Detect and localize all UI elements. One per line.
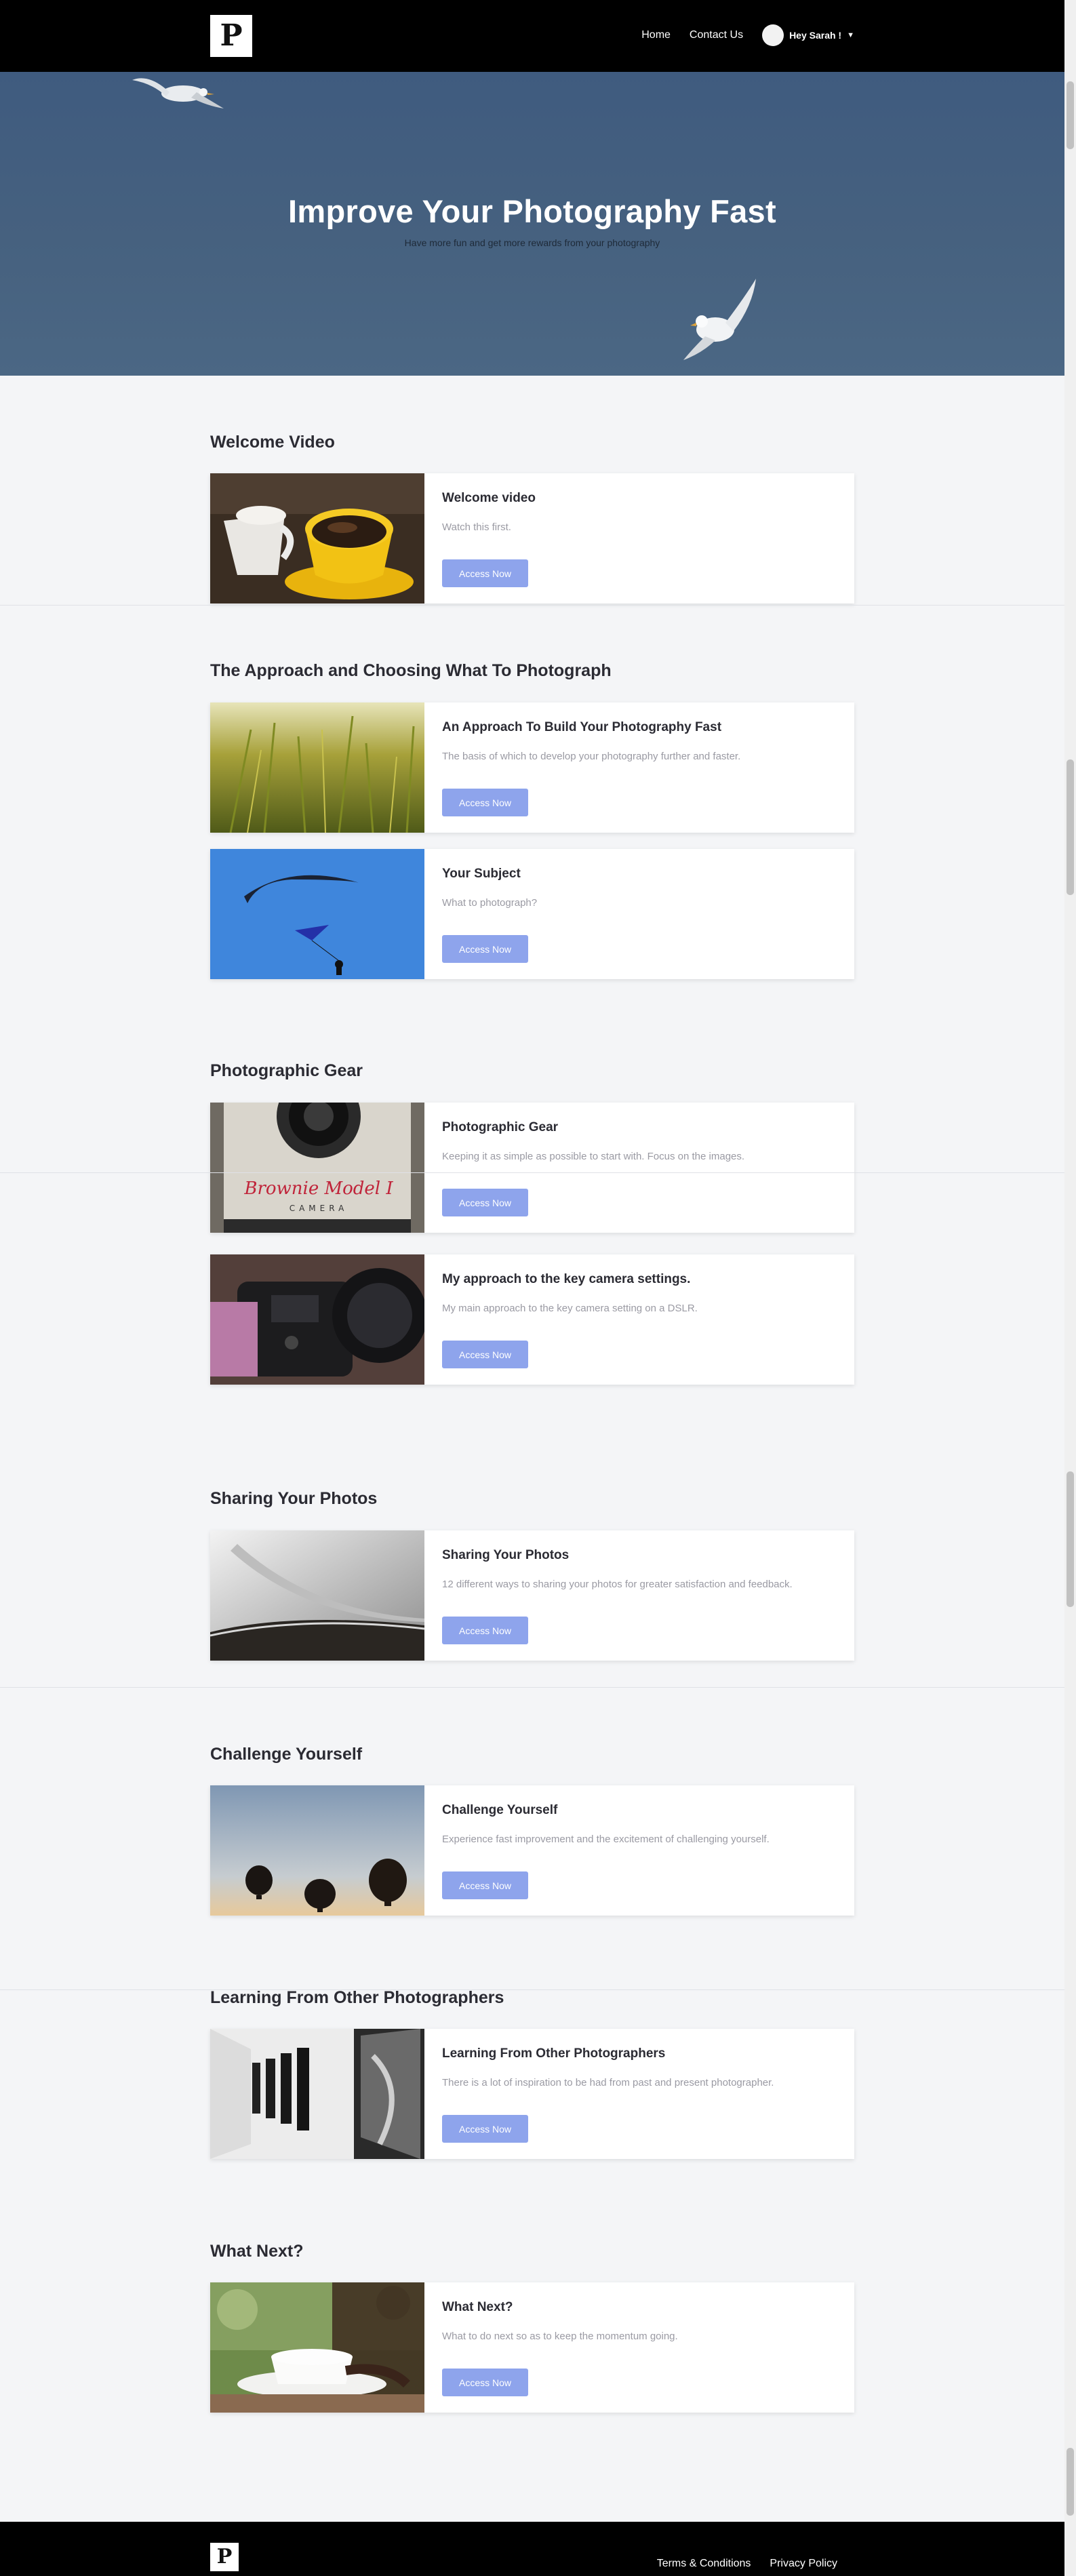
card-description: My main approach to the key camera setti… — [442, 1303, 698, 1314]
section-divider — [0, 1172, 1064, 1173]
seagull-illustration — [132, 78, 224, 108]
chevron-down-icon: ▼ — [847, 31, 854, 39]
footer-logo[interactable]: P — [210, 2543, 239, 2571]
card-body: Sharing Your Photos 12 different ways to… — [424, 1530, 854, 1661]
section-divider — [0, 605, 1064, 606]
card-body: Your Subject What to photograph? Access … — [424, 849, 854, 979]
card-body: What Next? What to do next so as to keep… — [424, 2282, 854, 2413]
lesson-card-sharing-photos: Sharing Your Photos 12 different ways to… — [210, 1530, 854, 1661]
card-title: Photographic Gear — [442, 1120, 559, 1134]
lesson-card-challenge-yourself: Challenge Yourself Experience fast impro… — [210, 1785, 854, 1916]
section-title-what-next: What Next? — [210, 2242, 304, 2261]
user-greeting: Hey Sarah ! — [789, 30, 842, 41]
section-title-welcome: Welcome Video — [210, 433, 335, 452]
card-description: The basis of which to develop your photo… — [442, 751, 741, 762]
card-description: What to photograph? — [442, 897, 538, 909]
card-description: What to do next so as to keep the moment… — [442, 2331, 678, 2342]
lesson-card-learning-photographers: Learning From Other Photographers There … — [210, 2029, 854, 2159]
access-now-button[interactable]: Access Now — [442, 559, 528, 587]
thumbnail-coffee-cups[interactable] — [210, 473, 424, 603]
thumbnail-vintage-camera[interactable]: Brownie Model I CAMERA — [210, 1103, 424, 1233]
site-logo[interactable]: P — [210, 15, 252, 57]
access-now-button[interactable]: Access Now — [442, 1617, 528, 1644]
logo-letter: P — [220, 18, 243, 53]
card-body: Challenge Yourself Experience fast impro… — [424, 1785, 854, 1916]
section-title-sharing: Sharing Your Photos — [210, 1489, 378, 1508]
card-title: What Next? — [442, 2300, 513, 2314]
lesson-card-your-subject: Your Subject What to photograph? Access … — [210, 849, 854, 979]
card-description: There is a lot of inspiration to be had … — [442, 2077, 774, 2088]
page-scrollbar[interactable] — [1064, 0, 1076, 2576]
card-body: Photographic Gear Keeping it as simple a… — [424, 1103, 854, 1233]
seagull-illustration — [683, 279, 756, 360]
thumbnail-paragliders[interactable] — [210, 849, 424, 979]
avatar — [762, 24, 784, 46]
footer-link-privacy[interactable]: Privacy Policy — [770, 2558, 837, 2570]
camera-model-text: CAMERA — [290, 1204, 348, 1213]
access-now-button[interactable]: Access Now — [442, 935, 528, 963]
scrollbar-thumb[interactable] — [1067, 1471, 1074, 1607]
card-title: Welcome video — [442, 491, 536, 505]
camera-brand-text: Brownie Model I — [243, 1178, 393, 1199]
nav-link-home[interactable]: Home — [641, 29, 671, 41]
access-now-button[interactable]: Access Now — [442, 2369, 528, 2396]
top-navigation-bar: P Home Contact Us Hey Sarah ! ▼ — [0, 0, 1064, 72]
card-title: An Approach To Build Your Photography Fa… — [442, 720, 722, 734]
lesson-card-photographic-gear: Brownie Model I CAMERA Photographic Gear… — [210, 1103, 854, 1233]
lesson-card-what-next: What Next? What to do next so as to keep… — [210, 2282, 854, 2413]
card-body: Learning From Other Photographers There … — [424, 2029, 854, 2159]
card-body: Welcome video Watch this first. Access N… — [424, 473, 854, 603]
card-title: Your Subject — [442, 867, 521, 881]
access-now-button[interactable]: Access Now — [442, 1871, 528, 1899]
hero-subtitle: Have more fun and get more rewards from … — [404, 237, 660, 248]
access-now-button[interactable]: Access Now — [442, 2115, 528, 2143]
footer-link-terms[interactable]: Terms & Conditions — [657, 2558, 751, 2570]
lesson-card-welcome-video: Welcome video Watch this first. Access N… — [210, 473, 854, 603]
card-title: Challenge Yourself — [442, 1803, 558, 1817]
card-body: An Approach To Build Your Photography Fa… — [424, 702, 854, 833]
user-menu[interactable]: Hey Sarah ! ▼ — [762, 24, 854, 46]
site-footer: P Terms & Conditions Privacy Policy — [0, 2522, 1064, 2576]
access-now-button[interactable]: Access Now — [442, 1189, 528, 1216]
lesson-card-approach: An Approach To Build Your Photography Fa… — [210, 702, 854, 833]
card-body: My approach to the key camera settings. … — [424, 1254, 854, 1385]
section-title-gear: Photographic Gear — [210, 1061, 363, 1080]
thumbnail-coffee-cup-hand[interactable] — [210, 2282, 424, 2413]
thumbnail-gallery-wall[interactable] — [210, 2029, 424, 2159]
lesson-card-camera-settings: My approach to the key camera settings. … — [210, 1254, 854, 1385]
section-divider — [0, 1989, 1064, 1990]
scrollbar-thumb[interactable] — [1067, 81, 1074, 149]
card-description: 12 different ways to sharing your photos… — [442, 1579, 793, 1590]
card-title: Learning From Other Photographers — [442, 2046, 666, 2061]
nav-link-contact[interactable]: Contact Us — [690, 29, 743, 41]
section-title-challenge: Challenge Yourself — [210, 1745, 363, 1764]
footer-links: Terms & Conditions Privacy Policy — [657, 2558, 837, 2570]
hero-title: Improve Your Photography Fast — [288, 193, 776, 229]
access-now-button[interactable]: Access Now — [442, 1341, 528, 1368]
hero-banner: Improve Your Photography Fast Have more … — [0, 72, 1064, 376]
section-divider — [0, 1687, 1064, 1688]
scrollbar-thumb[interactable] — [1067, 759, 1074, 895]
thumbnail-open-book[interactable] — [210, 1530, 424, 1661]
section-title-approach: The Approach and Choosing What To Photog… — [210, 661, 612, 680]
main-nav: Home Contact Us Hey Sarah ! ▼ — [641, 24, 854, 46]
section-title-learning: Learning From Other Photographers — [210, 1988, 504, 2007]
card-description: Experience fast improvement and the exci… — [442, 1834, 770, 1845]
thumbnail-dslr-camera[interactable] — [210, 1254, 424, 1385]
thumbnail-grass-field[interactable] — [210, 702, 424, 833]
logo-letter: P — [216, 2545, 233, 2569]
card-title: My approach to the key camera settings. — [442, 1272, 691, 1286]
card-title: Sharing Your Photos — [442, 1548, 570, 1562]
access-now-button[interactable]: Access Now — [442, 789, 528, 816]
scrollbar-thumb[interactable] — [1067, 2448, 1074, 2516]
card-description: Keeping it as simple as possible to star… — [442, 1151, 745, 1162]
thumbnail-hot-air-balloons[interactable] — [210, 1785, 424, 1916]
card-description: Watch this first. — [442, 521, 511, 533]
